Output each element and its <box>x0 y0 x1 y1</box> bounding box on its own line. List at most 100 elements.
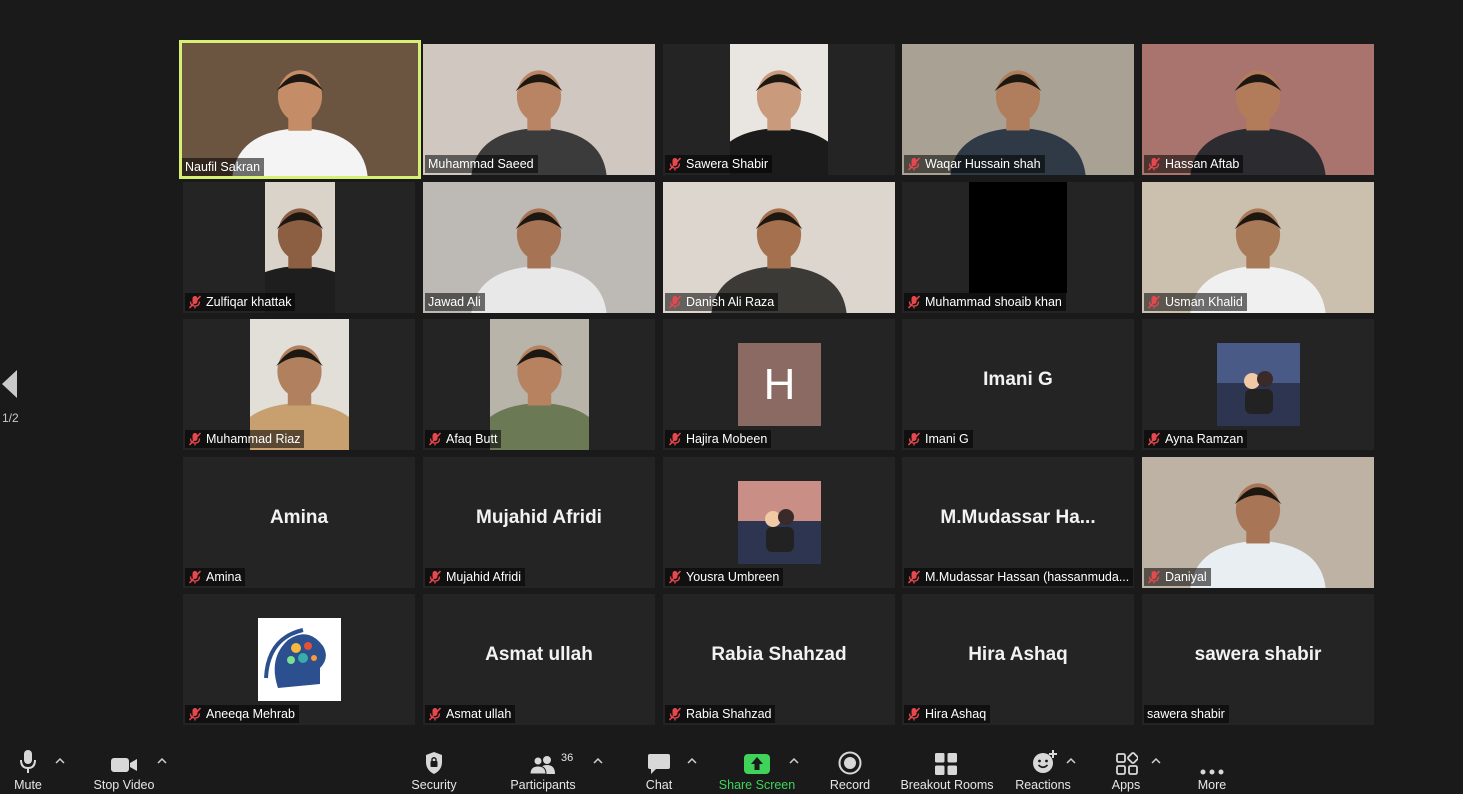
muted-microphone-icon <box>668 570 682 584</box>
participant-name-label: Muhammad Saeed <box>425 155 538 173</box>
participant-tile[interactable]: Rabia Shahzad Rabia Shahzad <box>663 594 895 725</box>
share-screen-icon <box>744 754 770 774</box>
muted-microphone-icon <box>188 707 202 721</box>
participant-tile[interactable]: Amina Amina <box>183 457 415 588</box>
participant-display-name: Amina <box>269 507 329 528</box>
record-button[interactable]: Record <box>824 740 876 794</box>
participant-name: Jawad Ali <box>428 295 481 309</box>
participant-name-label: Muhammad Riaz <box>185 430 305 448</box>
apps-label: Apps <box>1111 778 1141 792</box>
participant-tile[interactable]: Yousra Umbreen <box>663 457 895 588</box>
chat-options-chevron-up-icon[interactable] <box>687 756 697 766</box>
more-label: More <box>1197 778 1227 792</box>
share-screen-label: Share Screen <box>718 778 796 792</box>
profile-picture <box>1217 343 1300 426</box>
share-options-chevron-up-icon[interactable] <box>789 756 799 766</box>
participant-tile[interactable]: Hassan Aftab <box>1142 44 1374 175</box>
reactions-button[interactable]: Reactions <box>1012 740 1074 794</box>
participant-name-label: sawera shabir <box>1144 705 1229 723</box>
participant-tile[interactable]: M.Mudassar Ha... M.Mudassar Hassan (hassa… <box>902 457 1134 588</box>
participants-label: Participants <box>510 778 576 792</box>
video-camera-icon <box>111 758 137 772</box>
more-button[interactable]: More <box>1190 740 1234 794</box>
chat-button[interactable]: Chat <box>636 740 682 794</box>
participant-video-frame <box>182 43 418 176</box>
breakout-rooms-button[interactable]: Breakout Rooms <box>898 740 996 794</box>
participant-name: Sawera Shabir <box>686 157 768 171</box>
participant-tile[interactable]: Zulfiqar khattak <box>183 182 415 313</box>
video-options-chevron-up-icon[interactable] <box>157 756 167 766</box>
participant-tile[interactable]: Muhammad Saeed <box>423 44 655 175</box>
stop-video-button[interactable]: Stop Video <box>88 740 160 794</box>
participant-name-label: Rabia Shahzad <box>665 705 776 723</box>
participant-name: Usman Khalid <box>1165 295 1243 309</box>
participant-name-label: Naufil Sakran <box>182 158 265 176</box>
participant-tile[interactable]: sawera shabir sawera shabir <box>1142 594 1374 725</box>
participant-name-label: Hira Ashaq <box>904 705 991 723</box>
participant-name-label: Hajira Mobeen <box>665 430 772 448</box>
participant-name: Muhammad Riaz <box>206 432 301 446</box>
participant-display-name: M.Mudassar Ha... <box>940 507 1096 528</box>
participant-tile[interactable]: H Hajira Mobeen <box>663 319 895 450</box>
participant-tile[interactable]: Sawera Shabir <box>663 44 895 175</box>
participant-name: Daniyal <box>1165 570 1207 584</box>
participant-display-name: Hira Ashaq <box>968 644 1068 665</box>
apps-icon <box>1116 752 1138 775</box>
share-screen-button[interactable]: Share Screen <box>712 740 802 794</box>
shield-icon <box>426 752 442 774</box>
participant-tile[interactable]: Aneeqa Mehrab <box>183 594 415 725</box>
participant-tile[interactable]: Danish Ali Raza <box>663 182 895 313</box>
participant-name-label: Sawera Shabir <box>665 155 772 173</box>
participant-name: Amina <box>206 570 242 584</box>
participants-button[interactable]: 36 Participants <box>505 740 581 794</box>
participant-tile[interactable]: Waqar Hussain shah <box>902 44 1134 175</box>
mute-label: Mute <box>14 778 42 792</box>
participant-name-label: Daniyal <box>1144 568 1211 586</box>
participant-name-label: M.Mudassar Hassan (hassanmuda... <box>904 568 1134 586</box>
participant-tile[interactable]: Asmat ullah Asmat ullah <box>423 594 655 725</box>
apps-button[interactable]: Apps <box>1104 740 1148 794</box>
muted-microphone-icon <box>668 432 682 446</box>
participant-tile[interactable]: Afaq Butt <box>423 319 655 450</box>
avatar-letter: H <box>738 343 821 426</box>
participant-name-label: Imani G <box>904 430 973 448</box>
participant-tile[interactable]: Muhammad shoaib khan <box>902 182 1134 313</box>
participant-tile[interactable]: Jawad Ali <box>423 182 655 313</box>
breakout-rooms-label: Breakout Rooms <box>900 778 994 792</box>
participant-tile[interactable]: Imani G Imani G <box>902 319 1134 450</box>
muted-microphone-icon <box>907 432 921 446</box>
participants-icon <box>529 756 555 775</box>
participant-tile[interactable]: Muhammad Riaz <box>183 319 415 450</box>
security-button[interactable]: Security <box>404 740 464 794</box>
microphone-icon <box>20 750 36 773</box>
participant-name-label: Amina <box>185 568 246 586</box>
participant-name: Hajira Mobeen <box>686 432 768 446</box>
muted-microphone-icon <box>1147 295 1161 309</box>
participant-tile[interactable]: Daniyal <box>1142 457 1374 588</box>
meeting-toolbar: Mute Stop Video Security 36 Participants <box>0 740 1463 794</box>
participant-tile[interactable]: Ayna Ramzan <box>1142 319 1374 450</box>
participant-name-label: Afaq Butt <box>425 430 502 448</box>
muted-microphone-icon <box>1147 432 1161 446</box>
muted-microphone-icon <box>428 432 442 446</box>
participant-tile[interactable]: Hira Ashaq Hira Ashaq <box>902 594 1134 725</box>
participant-tile[interactable]: Usman Khalid <box>1142 182 1374 313</box>
mute-button[interactable]: Mute <box>0 740 56 794</box>
participant-video-frame <box>490 319 589 450</box>
participant-tile[interactable]: Naufil Sakran <box>179 40 421 179</box>
participant-tile[interactable]: Mujahid Afridi Mujahid Afridi <box>423 457 655 588</box>
reactions-options-chevron-up-icon[interactable] <box>1066 756 1076 766</box>
participants-options-chevron-up-icon[interactable] <box>593 756 603 766</box>
participant-name: Danish Ali Raza <box>686 295 775 309</box>
apps-options-chevron-up-icon[interactable] <box>1151 756 1161 766</box>
mute-options-chevron-up-icon[interactable] <box>55 756 65 766</box>
participant-name: Yousra Umbreen <box>686 570 780 584</box>
participant-name-label: Usman Khalid <box>1144 293 1247 311</box>
participant-name: Asmat ullah <box>446 707 512 721</box>
previous-page-arrow-icon[interactable] <box>0 366 20 402</box>
participant-name: Hassan Aftab <box>1165 157 1240 171</box>
profile-picture <box>738 481 821 564</box>
participant-name: Waqar Hussain shah <box>925 157 1041 171</box>
muted-microphone-icon <box>428 570 442 584</box>
participant-name: sawera shabir <box>1147 707 1225 721</box>
